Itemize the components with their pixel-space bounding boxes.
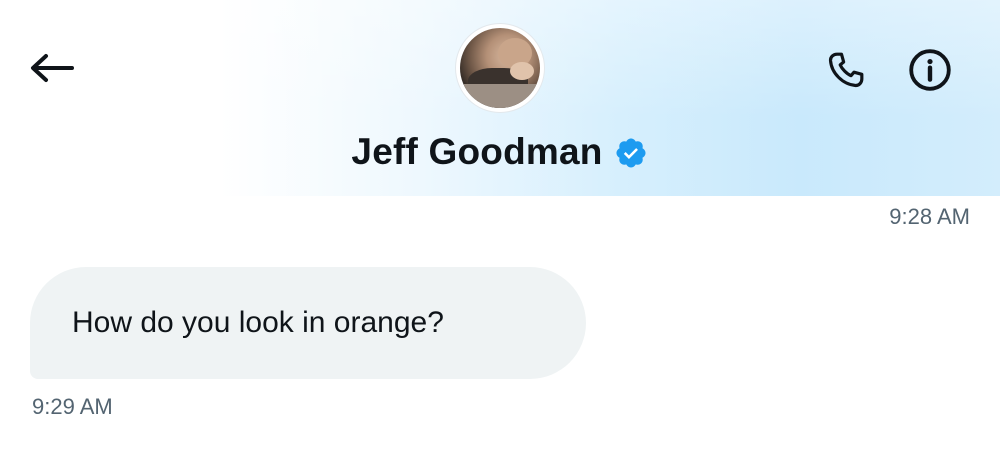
received-message-bubble[interactable]: How do you look in orange? bbox=[30, 267, 586, 379]
message-timestamp: 9:28 AM bbox=[889, 204, 970, 229]
conversation-header: Jeff Goodman bbox=[0, 0, 1000, 196]
verified-badge-icon bbox=[613, 135, 649, 171]
contact-name-row: Jeff Goodman bbox=[0, 128, 1000, 176]
info-button[interactable] bbox=[900, 42, 960, 98]
avatar-photo bbox=[460, 28, 540, 108]
call-button[interactable] bbox=[818, 42, 874, 98]
phone-icon bbox=[828, 52, 864, 88]
message-timestamp: 9:29 AM bbox=[32, 394, 113, 419]
contact-avatar[interactable] bbox=[456, 24, 544, 112]
arrow-left-icon bbox=[31, 54, 74, 82]
contact-name: Jeff Goodman bbox=[351, 131, 603, 172]
info-icon bbox=[909, 49, 951, 91]
back-button[interactable] bbox=[22, 42, 82, 94]
message-text: How do you look in orange? bbox=[72, 306, 444, 339]
